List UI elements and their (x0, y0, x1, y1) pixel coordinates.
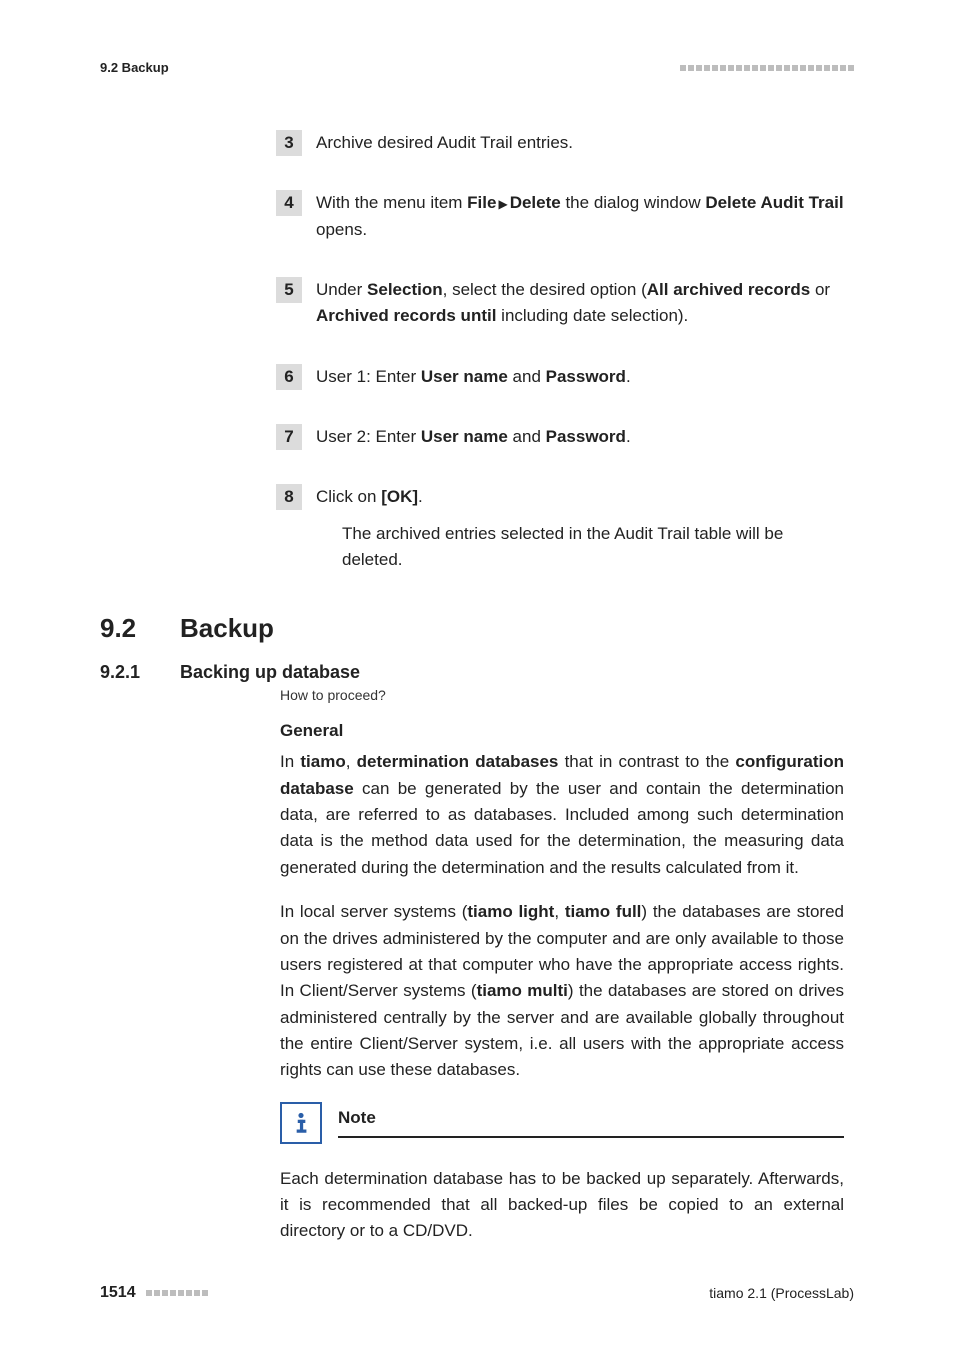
step-text: Under Selection, select the desired opti… (316, 277, 844, 330)
text-run: . (626, 367, 631, 386)
product-tiamo-multi: tiamo multi (477, 981, 568, 1000)
step-7: 7 User 2: Enter User name and Password. (276, 424, 844, 450)
dialog-name: Delete Audit Trail (705, 193, 843, 212)
step-number: 6 (276, 364, 302, 390)
header-ornament (680, 65, 854, 71)
step-3: 3 Archive desired Audit Trail entries. (276, 130, 844, 156)
text-run: , (554, 902, 564, 921)
text-run: or (810, 280, 830, 299)
step-number: 4 (276, 190, 302, 216)
text-run: . (418, 487, 423, 506)
running-header: 9.2 Backup (100, 60, 854, 75)
note-label: Note (338, 1108, 844, 1132)
field-password: Password (546, 427, 626, 446)
page-footer: 1514 tiamo 2.1 (ProcessLab) (100, 1284, 854, 1302)
menu-file: File (467, 193, 496, 212)
option-archived-until: Archived records until (316, 306, 496, 325)
text-run: , select the desired option ( (443, 280, 647, 299)
term-determination-databases: determination databases (357, 752, 559, 771)
field-username: User name (421, 367, 508, 386)
text-run: that in contrast to the (558, 752, 735, 771)
field-selection: Selection (367, 280, 443, 299)
step-result: The archived entries selected in the Aud… (342, 521, 844, 574)
menu-delete: Delete (510, 193, 561, 212)
note-body: Each determination database has to be ba… (280, 1166, 844, 1245)
section-title: Backup (180, 613, 274, 644)
step-number: 8 (276, 484, 302, 510)
product-tiamo: tiamo (300, 752, 345, 771)
step-text: Archive desired Audit Trail entries. (316, 130, 573, 156)
text-run: Click on (316, 487, 381, 506)
button-ok: [OK] (381, 487, 418, 506)
product-tiamo-full: tiamo full (565, 902, 642, 921)
step-number: 3 (276, 130, 302, 156)
footer-ornament (146, 1290, 208, 1296)
subsubheading: How to proceed? (280, 687, 854, 703)
section-number: 9.2 (100, 613, 180, 644)
step-text: User 2: Enter User name and Password. (316, 424, 631, 450)
paragraph-general-2: In local server systems (tiamo light, ti… (280, 899, 844, 1083)
general-heading: General (280, 721, 854, 741)
text-run: the dialog window (561, 193, 706, 212)
text-run: In local server systems ( (280, 902, 467, 921)
text-run: and (508, 367, 546, 386)
product-tiamo-light: tiamo light (467, 902, 554, 921)
note-callout: Note Each determination database has to … (280, 1102, 844, 1245)
step-4: 4 With the menu item File▶Delete the dia… (276, 190, 844, 243)
text-run: User 2: Enter (316, 427, 421, 446)
option-all-archived: All archived records (647, 280, 810, 299)
step-5: 5 Under Selection, select the desired op… (276, 277, 844, 330)
note-divider (338, 1136, 844, 1138)
text-run: Under (316, 280, 367, 299)
subsection-number: 9.2.1 (100, 662, 180, 683)
field-password: Password (546, 367, 626, 386)
text-run: User 1: Enter (316, 367, 421, 386)
step-6: 6 User 1: Enter User name and Password. (276, 364, 844, 390)
step-text: Click on [OK]. The archived entries sele… (316, 484, 844, 573)
text-run: With the menu item (316, 193, 467, 212)
text-run: including date selection). (496, 306, 688, 325)
step-8: 8 Click on [OK]. The archived entries se… (276, 484, 844, 573)
numbered-steps: 3 Archive desired Audit Trail entries. 4… (276, 130, 844, 573)
paragraph-general-1: In tiamo, determination databases that i… (280, 749, 844, 881)
field-username: User name (421, 427, 508, 446)
header-section-ref: 9.2 Backup (100, 60, 169, 75)
step-number: 7 (276, 424, 302, 450)
info-icon (280, 1102, 322, 1144)
step-number: 5 (276, 277, 302, 303)
subsection-heading: 9.2.1 Backing up database (100, 662, 854, 683)
step-text: User 1: Enter User name and Password. (316, 364, 631, 390)
footer-product: tiamo 2.1 (ProcessLab) (709, 1285, 854, 1301)
text-run: . (626, 427, 631, 446)
section-heading: 9.2 Backup (100, 613, 854, 644)
page-number: 1514 (100, 1284, 136, 1302)
text-run: can be generated by the user and contain… (280, 779, 844, 877)
text-run: , (346, 752, 357, 771)
text-run: and (508, 427, 546, 446)
step-text: With the menu item File▶Delete the dialo… (316, 190, 844, 243)
subsection-title: Backing up database (180, 662, 360, 683)
menu-separator-icon: ▶ (498, 195, 507, 214)
text-run: In (280, 752, 300, 771)
text-run: opens. (316, 220, 367, 239)
